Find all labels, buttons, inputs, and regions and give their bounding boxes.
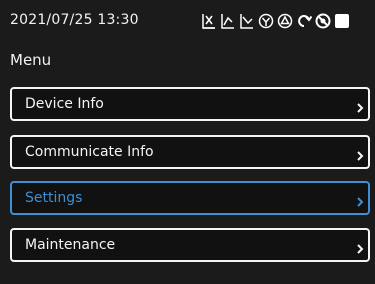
- menu-item-device-info[interactable]: Device Info: [10, 87, 370, 121]
- menu-item-label: Communicate Info: [25, 144, 154, 160]
- menu-item-settings[interactable]: Settings: [10, 181, 370, 215]
- chevron-right-icon: [355, 147, 365, 161]
- menu-item-label: Device Info: [25, 96, 104, 112]
- chevron-right-icon: [355, 99, 365, 113]
- menu-item-label: Settings: [25, 190, 83, 206]
- chevron-right-icon: [355, 193, 365, 207]
- chevron-right-icon: [355, 240, 365, 254]
- status-icons: [201, 11, 353, 31]
- triangle-alarm-icon: [277, 12, 293, 30]
- page-title: Menu: [10, 51, 52, 69]
- menu-item-communicate-info[interactable]: Communicate Info: [10, 135, 370, 169]
- chart-down-icon: [239, 12, 255, 30]
- valve-down-icon: [258, 12, 274, 30]
- status-bar: 2021/07/25 13:30: [0, 0, 375, 40]
- menu-item-maintenance[interactable]: Maintenance: [10, 228, 370, 262]
- no-entry-icon: [315, 12, 331, 30]
- chart-up-icon: [220, 12, 236, 30]
- refresh-icon: [296, 12, 312, 30]
- menu-item-label: Maintenance: [25, 237, 116, 253]
- chart-crossed-icon: [201, 12, 217, 30]
- square-icon: [334, 12, 350, 30]
- datetime-display: 2021/07/25 13:30: [10, 12, 139, 28]
